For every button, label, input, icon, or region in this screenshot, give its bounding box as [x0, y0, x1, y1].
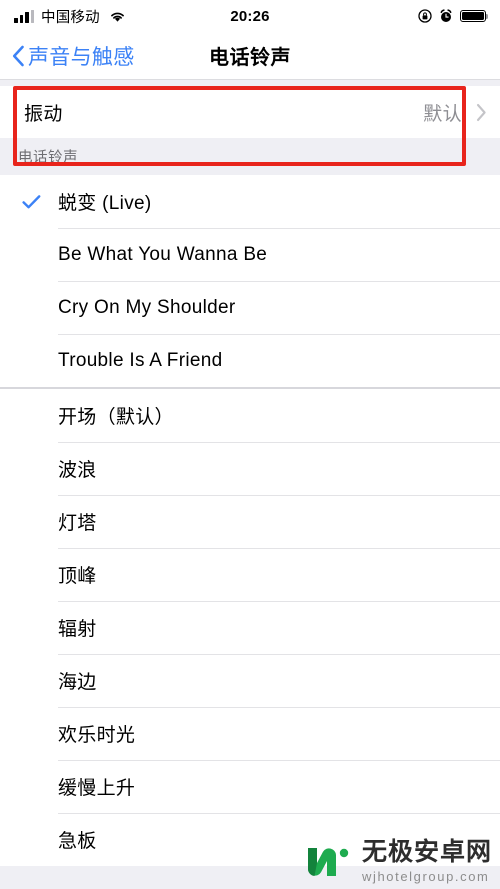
list-item[interactable]: 灯塔: [0, 495, 500, 548]
list-item[interactable]: 开场（默认）: [0, 389, 500, 442]
vibration-value: 默认: [423, 103, 462, 125]
wifi-icon: [107, 10, 126, 23]
list-item-label: 欢乐时光: [58, 725, 136, 746]
list-item-label: 开场（默认）: [58, 407, 174, 428]
list-item-label: 急板: [58, 831, 97, 852]
list-item-label: 海边: [58, 672, 97, 693]
chevron-right-icon: [462, 103, 500, 122]
list-item-label: 顶峰: [58, 566, 97, 587]
back-button-label: 声音与触感: [28, 45, 135, 69]
list-item[interactable]: 海边: [0, 654, 500, 707]
carrier-label: 中国移动: [41, 9, 100, 26]
settings-content: 振动 默认 电话铃声 蜕变 (Live) Be What You Wanna B…: [0, 80, 500, 889]
checkmark-slot: [0, 194, 58, 210]
status-bar-right: [418, 9, 489, 23]
system-ringtone-list: 开场（默认） 波浪 灯塔 顶峰 辐射 海边 欢乐时光 缓慢上升 急板: [0, 389, 500, 866]
list-item[interactable]: Cry On My Shoulder: [0, 281, 500, 334]
list-item[interactable]: Trouble Is A Friend: [0, 334, 500, 387]
list-item[interactable]: 急板: [0, 813, 500, 866]
list-item[interactable]: 辐射: [0, 601, 500, 654]
status-bar-left: 中国移动: [14, 6, 126, 27]
battery-full-icon: [460, 9, 489, 23]
rotation-lock-icon: [418, 9, 432, 23]
list-item[interactable]: 欢乐时光: [0, 707, 500, 760]
list-item[interactable]: Be What You Wanna Be: [0, 228, 500, 281]
vibration-label: 振动: [24, 103, 63, 125]
list-item[interactable]: 缓慢上升: [0, 760, 500, 813]
vibration-row[interactable]: 振动 默认: [0, 86, 500, 138]
list-item[interactable]: 蜕变 (Live): [0, 175, 500, 228]
list-item[interactable]: 波浪: [0, 442, 500, 495]
list-item-label: Be What You Wanna Be: [58, 243, 268, 265]
signal-bars-icon: [14, 9, 34, 23]
list-item-label: Trouble Is A Friend: [58, 349, 223, 371]
list-item-label: 辐射: [58, 619, 97, 640]
alarm-clock-icon: [439, 9, 453, 23]
chevron-left-icon: [12, 45, 25, 67]
custom-ringtone-list: 蜕变 (Live) Be What You Wanna Be Cry On My…: [0, 175, 500, 387]
status-bar: 中国移动 20:26: [0, 0, 500, 32]
navigation-bar: 声音与触感 电话铃声: [0, 32, 500, 80]
list-item-label: 波浪: [58, 460, 97, 481]
checkmark-icon: [22, 194, 41, 210]
list-item-label: 灯塔: [58, 513, 97, 534]
list-item[interactable]: 顶峰: [0, 548, 500, 601]
list-item-label: 缓慢上升: [58, 778, 136, 799]
list-item-label: Cry On My Shoulder: [58, 296, 236, 318]
ringtone-section-header: 电话铃声: [0, 138, 500, 175]
back-button[interactable]: 声音与触感: [12, 32, 135, 79]
list-item-label: 蜕变 (Live): [58, 193, 152, 214]
